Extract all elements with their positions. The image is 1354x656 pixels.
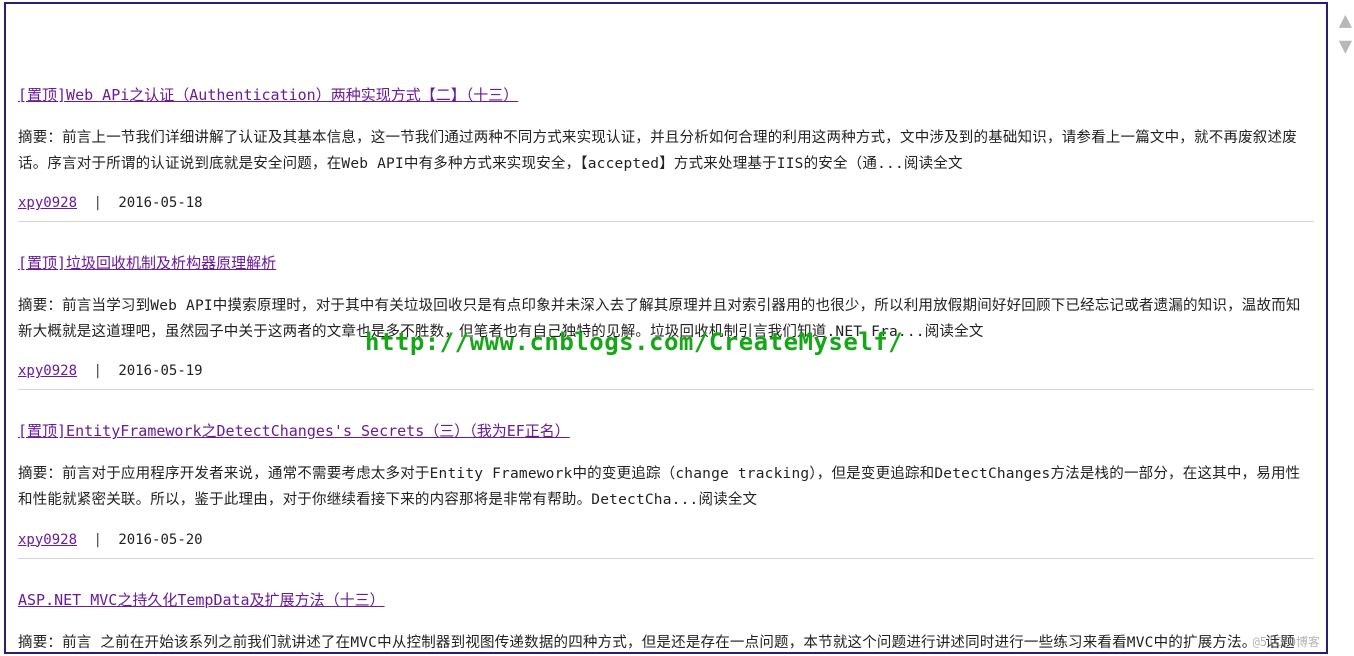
post-meta: xpy0928 | 2016-05-19 [18,363,1314,390]
post-summary: 摘要：前言上一节我们详细讲解了认证及其基本信息，这一节我们通过两种不同方式来实现… [18,125,1314,177]
post-date: 2016-05-18 [118,195,202,211]
post-title-link[interactable]: ASP.NET MVC之持久化TempData及扩展方法（十三） [18,591,385,609]
posts-list: [置顶]Web APi之认证（Authentication）两种实现方式【二】（… [6,4,1326,654]
post-date: 2016-05-20 [118,532,202,548]
scroll-down-icon[interactable]: ▼ [1339,36,1352,58]
post-title-link[interactable]: [置顶]EntityFramework之DetectChanges's Secr… [18,422,570,440]
author-link[interactable]: xpy0928 [18,532,77,548]
meta-separator: | [93,195,101,211]
post-date: 2016-05-19 [118,363,202,379]
scroll-up-icon[interactable]: ▲ [1339,10,1352,32]
post-item: [置顶]Web APi之认证（Authentication）两种实现方式【二】（… [18,84,1314,222]
post-item: [置顶]垃圾回收机制及析构器原理解析 摘要：前言当学习到Web API中摸索原理… [18,252,1314,390]
post-meta: xpy0928 | 2016-05-20 [18,532,1314,559]
post-meta: xpy0928 | 2016-05-18 [18,195,1314,222]
post-title-link[interactable]: [置顶]垃圾回收机制及析构器原理解析 [18,254,276,272]
meta-separator: | [93,532,101,548]
post-summary: 摘要：前言当学习到Web API中摸索原理时，对于其中有关垃圾回收只是有点印象并… [18,293,1314,345]
post-item: ASP.NET MVC之持久化TempData及扩展方法（十三） 摘要：前言 之… [18,589,1314,654]
meta-separator: | [93,363,101,379]
post-item: [置顶]EntityFramework之DetectChanges's Secr… [18,420,1314,558]
post-summary: 摘要：前言 之前在开始该系列之前我们就讲述了在MVC中从控制器到视图传递数据的四… [18,630,1314,654]
content-frame: [置顶]Web APi之认证（Authentication）两种实现方式【二】（… [4,2,1328,654]
post-summary: 摘要：前言对于应用程序开发者来说，通常不需要考虑太多对于Entity Frame… [18,461,1314,513]
author-link[interactable]: xpy0928 [18,195,77,211]
post-title-link[interactable]: [置顶]Web APi之认证（Authentication）两种实现方式【二】（… [18,86,518,104]
author-link[interactable]: xpy0928 [18,363,77,379]
